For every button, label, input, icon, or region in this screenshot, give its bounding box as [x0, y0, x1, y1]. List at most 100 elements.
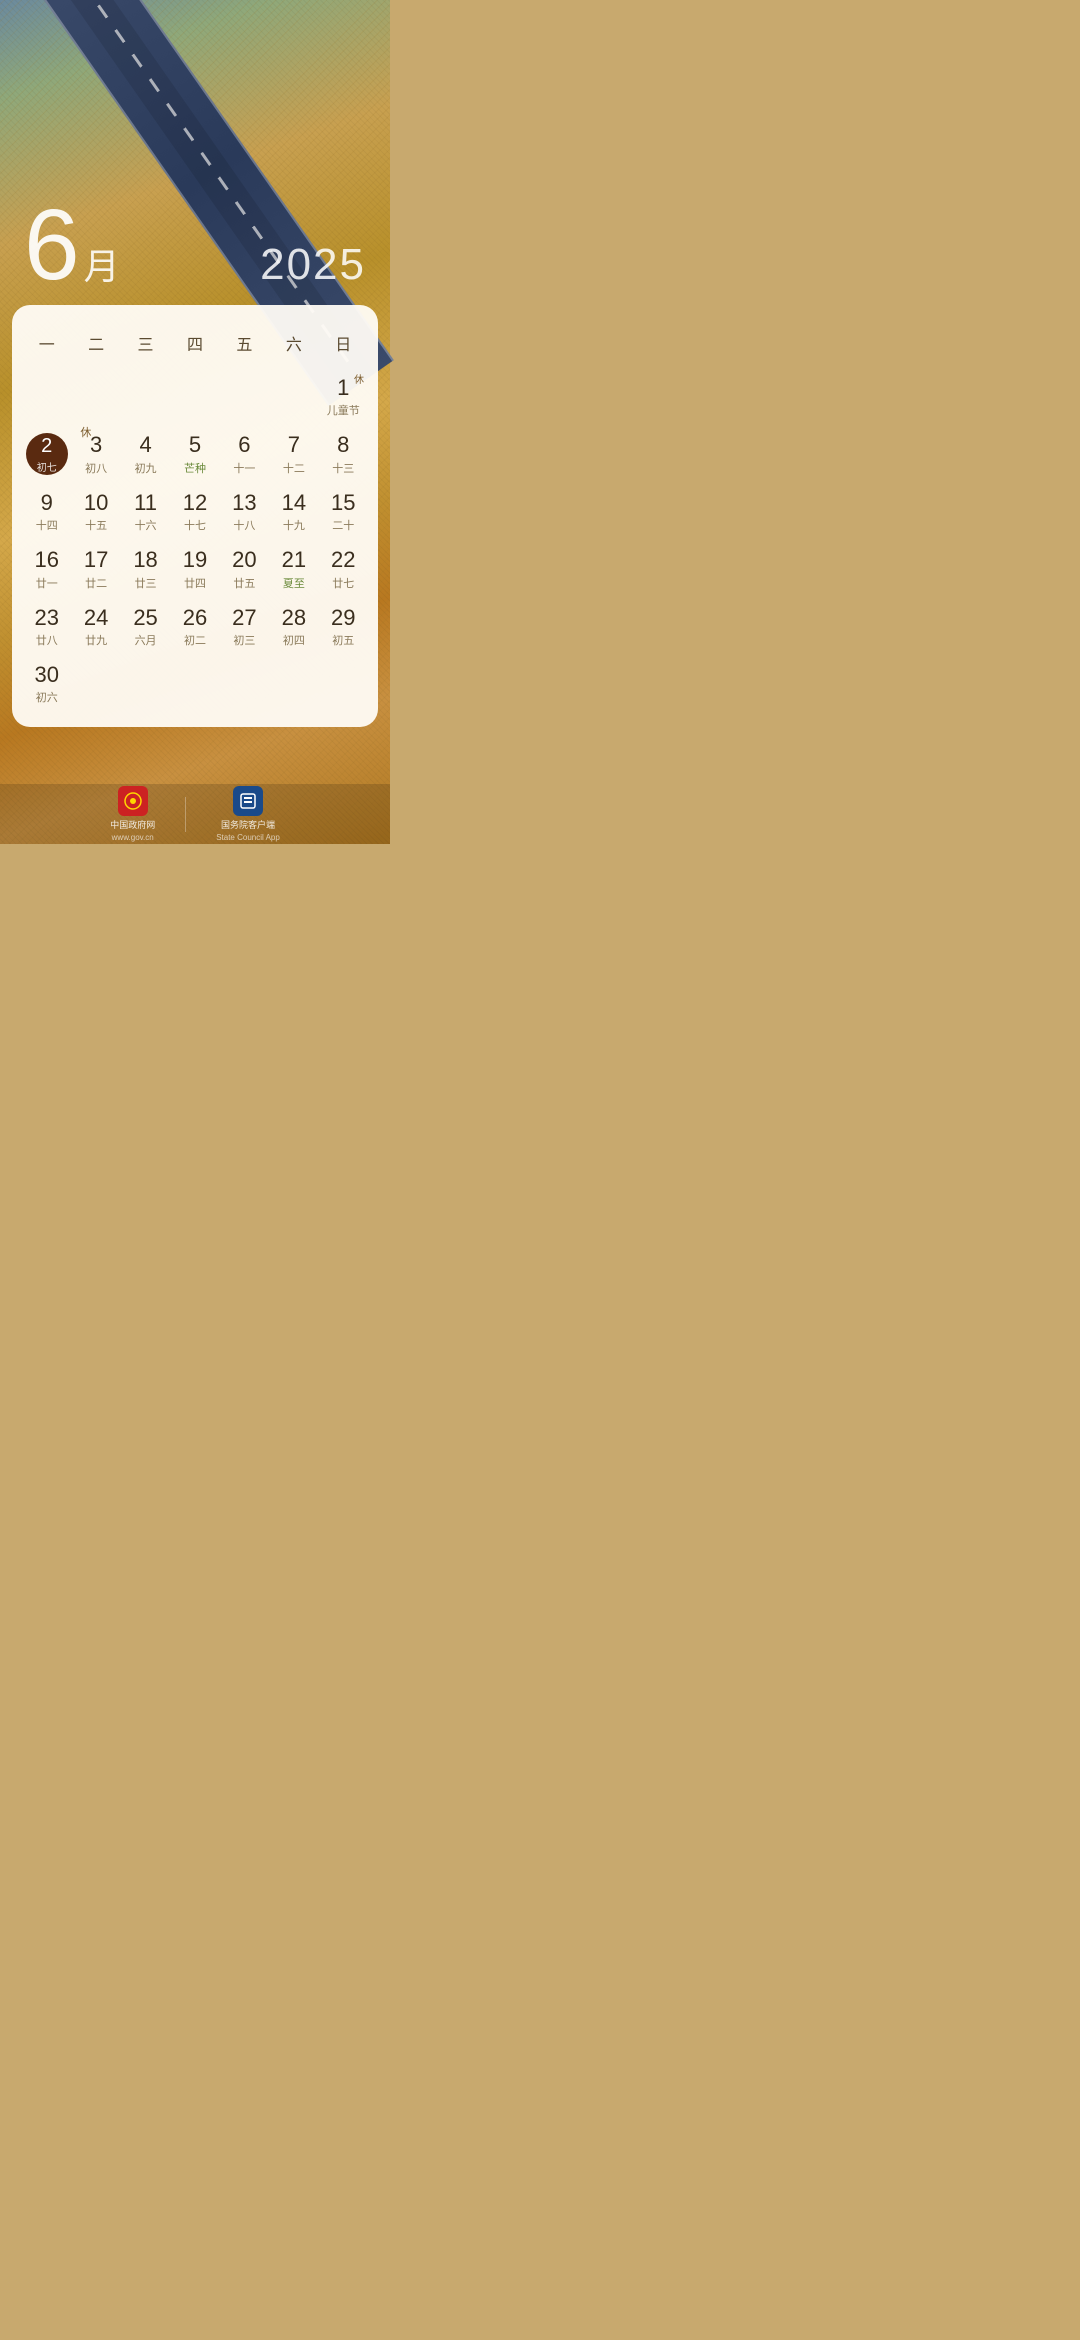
day-number: 7 [288, 432, 300, 458]
weekday-label: 四 [170, 325, 219, 361]
day-number: 16 [34, 547, 58, 573]
month-label: 月 [84, 238, 120, 290]
weekday-label: 五 [220, 325, 269, 361]
day-lunar: 十一 [233, 460, 255, 476]
day-number: 27 [232, 605, 256, 631]
calendar-card: 一二三四五六日 休1儿童节休2初七3初八4初九5芒种6十一7十二8十三9十四10… [12, 305, 378, 727]
day-lunar: 廿七 [332, 575, 354, 591]
day-number: 28 [282, 605, 306, 631]
day-number: 20 [232, 547, 256, 573]
day-lunar: 十八 [233, 517, 255, 533]
day-number: 19 [183, 547, 207, 573]
day-lunar: 六月 [135, 632, 157, 648]
day-cell: 29初五 [319, 599, 368, 654]
day-lunar: 十二 [283, 460, 305, 476]
day-number: 29 [331, 605, 355, 631]
day-lunar: 初八 [85, 460, 107, 476]
month-left: 6 月 [24, 195, 120, 295]
day-number: 9 [41, 490, 53, 516]
day-cell: 30初六 [22, 656, 71, 711]
app-sub: State Council App [216, 833, 280, 842]
year-number: 2025 [260, 240, 366, 290]
day-lunar: 初七 [37, 459, 57, 474]
gov-icon [118, 786, 148, 816]
day-cell: 4 初九 [121, 426, 170, 481]
day-lunar: 芒种 [184, 460, 206, 476]
day-cell: 休2初七 [22, 426, 71, 481]
day-number: 30 [34, 662, 58, 688]
today-circle: 2初七 [26, 433, 68, 475]
day-number: 8 [337, 432, 349, 458]
day-cell [269, 369, 318, 424]
day-cell: 10十五 [71, 484, 120, 539]
day-lunar: 廿八 [36, 632, 58, 648]
day-cell: 9十四 [22, 484, 71, 539]
month-number: 6 [24, 195, 76, 295]
day-cell: 17廿二 [71, 541, 120, 596]
day-number: 24 [84, 605, 108, 631]
day-cell: 19 廿四 [170, 541, 219, 596]
weekday-label: 日 [319, 325, 368, 361]
day-lunar: 二十 [332, 517, 354, 533]
day-number: 2 [41, 434, 52, 458]
day-lunar: 儿童节 [327, 402, 360, 418]
app-name: 国务院客户端 [221, 818, 275, 831]
day-lunar: 初五 [332, 632, 354, 648]
day-lunar: 初九 [135, 460, 157, 476]
day-number: 11 [134, 490, 157, 516]
day-number: 26 [183, 605, 207, 631]
day-number: 1 [337, 375, 349, 401]
weekday-label: 二 [71, 325, 120, 361]
day-cell: 12十七 [170, 484, 219, 539]
day-number: 22 [331, 547, 355, 573]
day-cell: 18 廿三 [121, 541, 170, 596]
day-number: 4 [139, 432, 151, 458]
day-lunar: 廿四 [184, 575, 206, 591]
day-cell: 21夏至 [269, 541, 318, 596]
day-cell [121, 369, 170, 424]
day-cell: 13十八 [220, 484, 269, 539]
day-lunar: 十七 [184, 517, 206, 533]
day-cell: 23廿八 [22, 599, 71, 654]
weekday-label: 六 [269, 325, 318, 361]
day-cell [220, 369, 269, 424]
day-cell: 16 廿一 [22, 541, 71, 596]
day-lunar: 十五 [85, 517, 107, 533]
day-cell: 15二十 [319, 484, 368, 539]
day-cell: 6十一 [220, 426, 269, 481]
day-number: 3 [90, 432, 102, 458]
day-cell: 27初三 [220, 599, 269, 654]
day-cell [71, 369, 120, 424]
holiday-badge: 休 [354, 371, 364, 386]
day-cell: 14十九 [269, 484, 318, 539]
footer: 中国政府网 www.gov.cn 国务院客户端 State Council Ap… [0, 784, 390, 844]
weekday-label: 一 [22, 325, 71, 361]
day-cell: 3 初八 [71, 426, 120, 481]
day-lunar: 廿五 [233, 575, 255, 591]
day-cell: 8十三 [319, 426, 368, 481]
day-cell: 28初四 [269, 599, 318, 654]
month-header: 6 月 2025 [0, 195, 390, 295]
day-lunar: 廿三 [135, 575, 157, 591]
day-number: 21 [282, 547, 306, 573]
day-lunar: 初二 [184, 632, 206, 648]
day-cell [170, 369, 219, 424]
day-number: 18 [133, 547, 157, 573]
day-number: 12 [183, 490, 207, 516]
app-icon [233, 786, 263, 816]
day-cell: 24廿九 [71, 599, 120, 654]
footer-divider [185, 797, 186, 832]
app-logo: 国务院客户端 State Council App [216, 786, 280, 842]
day-lunar: 初六 [36, 689, 58, 705]
day-lunar: 廿一 [36, 575, 58, 591]
day-cell: 休1儿童节 [319, 369, 368, 424]
day-number: 17 [84, 547, 108, 573]
day-cell: 5芒种 [170, 426, 219, 481]
day-lunar: 廿九 [85, 632, 107, 648]
gov-logo: 中国政府网 www.gov.cn [110, 786, 155, 842]
day-number: 10 [84, 490, 108, 516]
day-number: 13 [232, 490, 256, 516]
day-cell: 22 廿七 [319, 541, 368, 596]
weekday-label: 三 [121, 325, 170, 361]
day-lunar: 十六 [135, 517, 157, 533]
